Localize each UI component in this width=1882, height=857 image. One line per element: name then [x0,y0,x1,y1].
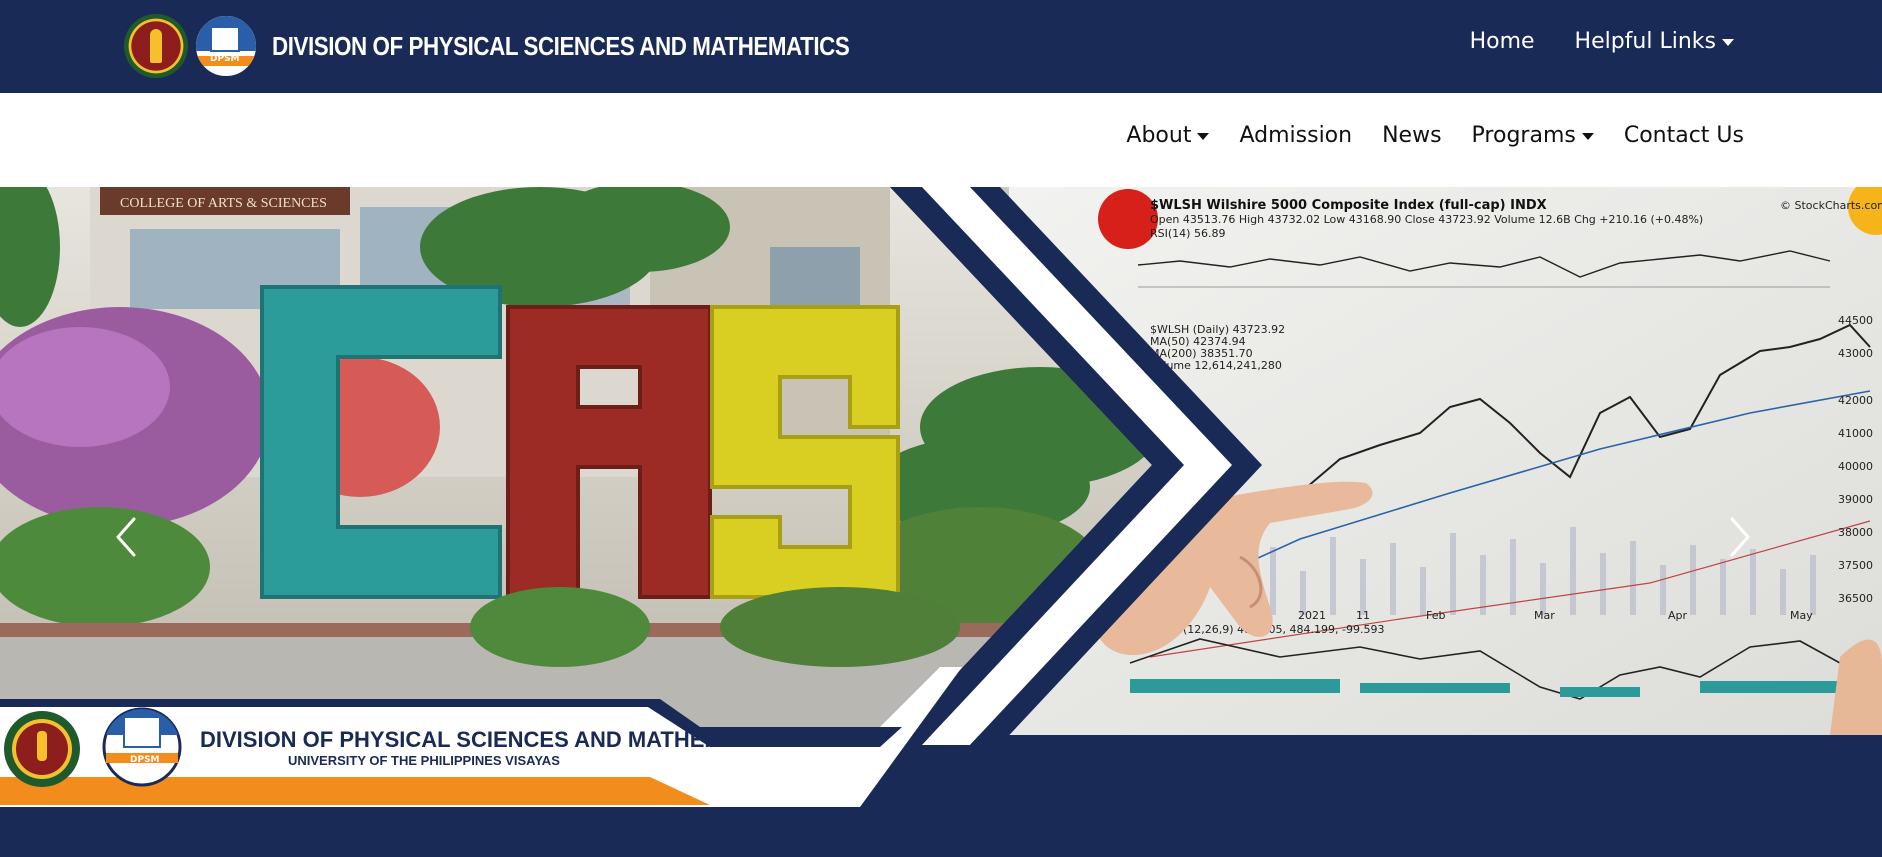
nav-admission-link[interactable]: Admission [1239,123,1352,148]
chevron-left-icon [116,517,136,557]
building-sign: COLLEGE OF ARTS & SCIENCES [120,196,327,211]
nav-news-link[interactable]: News [1382,123,1441,148]
carousel-slide: $WLSH Wilshire 5000 Composite Index (ful… [0,187,1882,807]
chart-title: $WLSH Wilshire 5000 Composite Index (ful… [1150,198,1547,213]
svg-text:May: May [1790,609,1813,622]
nav-contact-us-link[interactable]: Contact Us [1624,123,1744,148]
up-seal-logo [124,14,188,78]
main-nav-bar: About Admission News Programs Contact Us [0,93,1882,187]
caret-down-icon [1581,132,1594,140]
banner-logo-text: DPSM [130,755,160,765]
hero-carousel: $WLSH Wilshire 5000 Composite Index (ful… [0,187,1882,857]
chart-price-axis: 44500 43000 42000 41000 40000 39000 3800… [1838,314,1873,605]
svg-text:Feb: Feb [1426,609,1445,622]
carousel-next-button[interactable] [1720,507,1760,567]
banner-subtitle: UNIVERSITY OF THE PHILIPPINES VISAYAS [288,753,560,768]
svg-text:43000: 43000 [1838,347,1873,360]
svg-text:42000: 42000 [1838,394,1873,407]
brand[interactable]: DPSM DIVISION OF PHYSICAL SCIENCES AND M… [124,12,943,80]
nav-programs-dropdown[interactable]: Programs [1472,123,1594,148]
slide-image: $WLSH Wilshire 5000 Composite Index (ful… [0,187,1882,807]
banner-title: DIVISION OF PHYSICAL SCIENCES AND MATHEM… [200,727,787,752]
svg-text:36500: 36500 [1838,592,1873,605]
nav-home-link[interactable]: Home [1470,29,1535,54]
svg-text:40000: 40000 [1838,460,1873,473]
svg-text:39000: 39000 [1838,493,1873,506]
nav-helpful-links-dropdown[interactable]: Helpful Links [1575,29,1734,54]
chart-rsi: RSI(14) 56.89 [1150,227,1225,240]
carousel-prev-button[interactable] [106,507,146,567]
svg-text:44500: 44500 [1838,314,1873,327]
chart-stats: Open 43513.76 High 43732.02 Low 43168.90… [1150,213,1703,226]
svg-text:Apr: Apr [1668,609,1688,622]
main-nav: About Admission News Programs Contact Us [1126,123,1744,148]
site-title[interactable]: DIVISION OF PHYSICAL SCIENCES AND MATHEM… [272,31,850,62]
svg-text:11: 11 [1356,609,1370,622]
dpsm-logo: DPSM [194,14,258,78]
svg-text:Mar: Mar [1534,609,1555,622]
helpful-links-label: Helpful Links [1574,29,1716,54]
caret-down-icon [1197,132,1210,140]
chart-source: © StockCharts.com [1780,199,1882,212]
top-bar: DPSM DIVISION OF PHYSICAL SCIENCES AND M… [0,0,1882,93]
programs-label: Programs [1471,123,1576,148]
svg-text:37500: 37500 [1838,559,1873,572]
chevron-right-icon [1730,517,1750,557]
top-nav: Home Helpful Links [1470,29,1734,54]
svg-text:2021: 2021 [1298,609,1326,622]
caret-down-icon [1722,38,1734,46]
svg-text:38000: 38000 [1838,526,1873,539]
svg-text:41000: 41000 [1838,427,1873,440]
banner-orange-stripe [0,777,710,805]
about-label: About [1126,123,1192,148]
nav-about-dropdown[interactable]: About [1126,123,1210,148]
